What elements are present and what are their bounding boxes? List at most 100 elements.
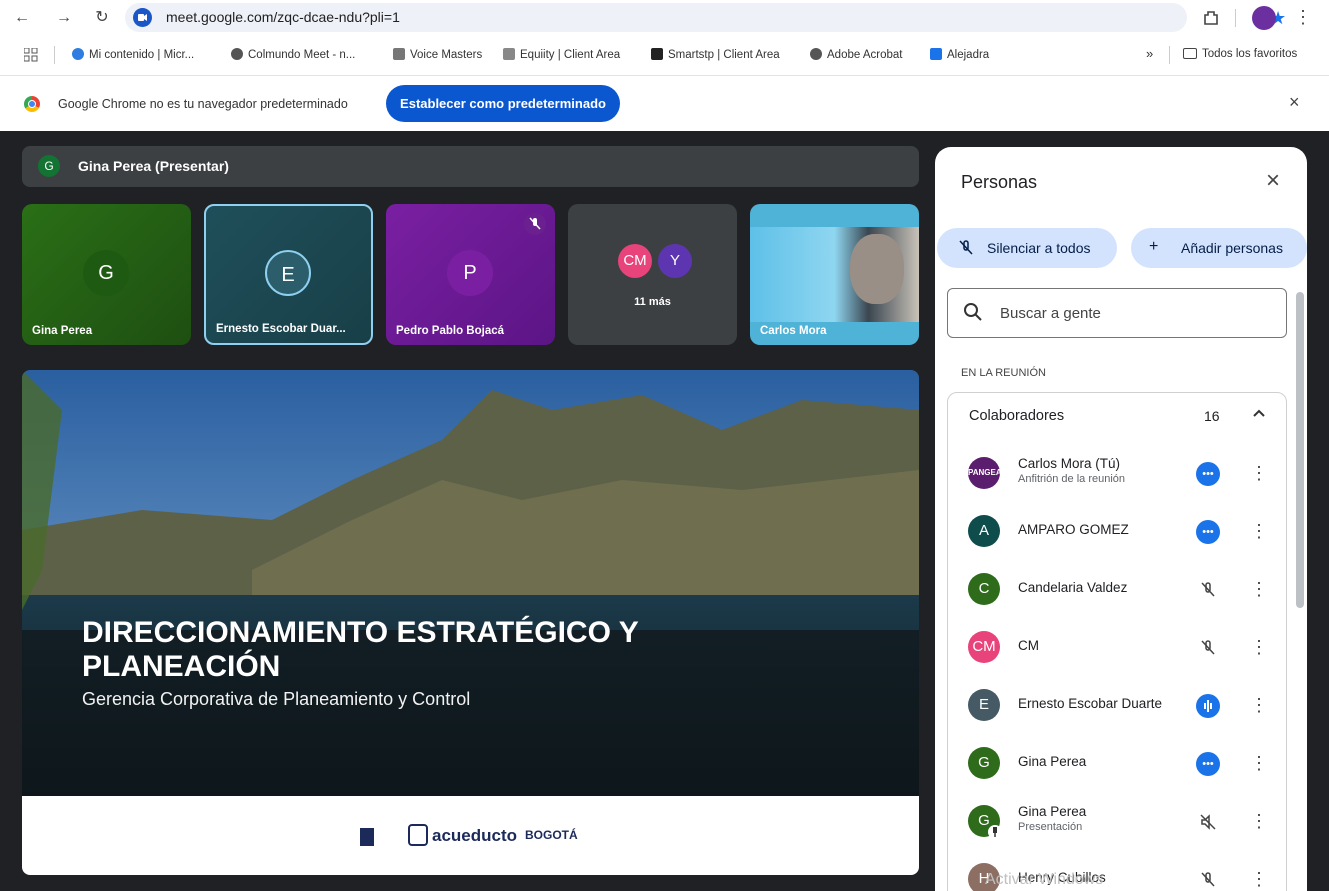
- bookmark-label: Voice Masters: [410, 49, 483, 61]
- more-options-icon[interactable]: ⋮: [1250, 459, 1268, 487]
- participant-row[interactable]: CM CM ⋮: [948, 620, 1288, 678]
- participant-avatar: Y: [658, 244, 692, 278]
- add-people-label: Añadir personas: [1181, 240, 1283, 256]
- participant-name: Carlos Mora (Tú): [1018, 456, 1121, 471]
- slide-title: DIRECCIONAMIENTO ESTRATÉGICO Y PLANEACIÓ…: [82, 616, 639, 683]
- bogota-crest-logo: [360, 828, 374, 846]
- bookmark-label: Alejadra: [947, 49, 990, 61]
- bookmark-voice-masters[interactable]: Voice Masters: [393, 48, 482, 61]
- participant-avatar: CM: [618, 244, 652, 278]
- microsoft-icon: [72, 48, 84, 60]
- default-browser-infobar: Google Chrome no es tu navegador predete…: [0, 75, 1329, 131]
- presenter-avatar: G: [38, 155, 60, 177]
- participant-avatar: G: [968, 747, 1000, 779]
- browser-toolbar: ← → ↻ meet.google.com/zqc-dcae-ndu?pli=1…: [0, 0, 1329, 36]
- bookmark-alejadra[interactable]: Alejadra: [930, 48, 989, 61]
- more-options-icon[interactable]: ⋮: [1250, 633, 1268, 661]
- more-options-icon[interactable]: ⋮: [1250, 691, 1268, 719]
- chrome-menu-icon[interactable]: ⋮: [1294, 7, 1312, 28]
- more-options-icon[interactable]: ⋮: [1250, 865, 1268, 891]
- people-search-input[interactable]: Buscar a gente: [947, 288, 1287, 338]
- panel-title: Personas: [961, 172, 1038, 192]
- bookmark-label: Colmundo Meet - n...: [248, 49, 356, 61]
- bookmarks-divider: [54, 46, 55, 64]
- participant-row[interactable]: A AMPARO GOMEZ ••• ⋮: [948, 504, 1288, 562]
- back-icon[interactable]: ←: [12, 8, 32, 28]
- globe-icon: [231, 48, 243, 60]
- bookmark-equiity[interactable]: Equiity | Client Area: [503, 48, 620, 61]
- bookmark-mi-contenido[interactable]: Mi contenido | Micr...: [72, 48, 194, 61]
- url-text: meet.google.com/zqc-dcae-ndu?pli=1: [166, 9, 400, 25]
- globe-icon: [810, 48, 822, 60]
- participant-tile-speaking[interactable]: E Ernesto Escobar Duar...: [204, 204, 373, 345]
- bookmark-label: Mi contenido | Micr...: [89, 49, 195, 61]
- collaborators-group: Colaboradores 16 PANGEA Carlos Mora (Tú)…: [947, 392, 1287, 891]
- slide-background-image: [22, 370, 919, 796]
- smartstp-icon: [651, 48, 663, 60]
- search-icon: [962, 301, 984, 328]
- people-panel: Personas × Silenciar a todos + Añadir pe…: [935, 147, 1307, 891]
- add-people-button[interactable]: + Añadir personas: [1131, 228, 1307, 268]
- participant-name: Carlos Mora: [760, 325, 827, 337]
- search-placeholder: Buscar a gente: [1000, 305, 1101, 322]
- bookmark-adobe-acrobat[interactable]: Adobe Acrobat: [810, 48, 902, 61]
- participant-tile[interactable]: G Gina Perea: [22, 204, 191, 345]
- participant-name: CM: [1018, 638, 1039, 653]
- participant-row[interactable]: G Gina Perea Presentación ⋮: [948, 794, 1288, 852]
- extensions-icon[interactable]: [1200, 7, 1222, 29]
- apps-grid-icon[interactable]: [23, 47, 38, 62]
- more-actions-badge-icon[interactable]: •••: [1196, 520, 1220, 544]
- address-bar[interactable]: meet.google.com/zqc-dcae-ndu?pli=1 ★: [125, 3, 1286, 32]
- chevron-up-icon[interactable]: [1251, 405, 1267, 426]
- add-person-icon: +: [1149, 238, 1159, 255]
- more-participants-tile[interactable]: CM Y 11 más: [568, 204, 737, 345]
- participant-name: Ernesto Escobar Duarte: [1018, 696, 1163, 711]
- more-actions-badge-icon[interactable]: •••: [1196, 462, 1220, 486]
- mute-all-button[interactable]: Silenciar a todos: [937, 228, 1117, 268]
- mic-off-icon: [1196, 636, 1220, 660]
- group-count: 16: [1204, 408, 1220, 424]
- bookmarks-bar: Mi contenido | Micr... Colmundo Meet - n…: [0, 40, 1329, 72]
- mic-off-icon: [957, 238, 975, 261]
- participant-name: Gina Perea: [1018, 754, 1087, 769]
- more-count: 11 más: [634, 296, 671, 308]
- all-favorites-folder[interactable]: Todos los favoritos: [1183, 48, 1297, 60]
- participant-name: AMPARO GOMEZ: [1018, 522, 1129, 537]
- reload-icon[interactable]: ↻: [92, 8, 112, 28]
- audio-off-icon: [1196, 810, 1220, 834]
- forward-icon[interactable]: →: [54, 8, 74, 28]
- participant-avatar: E: [968, 689, 1000, 721]
- more-options-icon[interactable]: ⋮: [1250, 807, 1268, 835]
- bookmark-colmundo[interactable]: Colmundo Meet - n...: [231, 48, 355, 61]
- mic-off-icon: [1196, 578, 1220, 602]
- participant-tile-video[interactable]: Carlos Mora: [750, 204, 919, 345]
- infobar-message: Google Chrome no es tu navegador predete…: [58, 97, 348, 111]
- participant-name: Gina Perea: [1018, 804, 1087, 819]
- section-heading: EN LA REUNIÓN: [961, 367, 1046, 379]
- more-actions-badge-icon[interactable]: •••: [1196, 752, 1220, 776]
- more-options-icon[interactable]: ⋮: [1250, 575, 1268, 603]
- bookmark-smartstp[interactable]: Smartstp | Client Area: [651, 48, 780, 61]
- participant-row[interactable]: PANGEA Carlos Mora (Tú) Anfitrión de la …: [948, 446, 1288, 504]
- pin-icon: [988, 825, 1002, 839]
- participant-tile[interactable]: P Pedro Pablo Bojacá: [386, 204, 555, 345]
- participant-name: Ernesto Escobar Duar...: [216, 323, 346, 335]
- participant-row[interactable]: C Candelaria Valdez ⋮: [948, 562, 1288, 620]
- more-options-icon[interactable]: ⋮: [1250, 517, 1268, 545]
- panel-scrollbar[interactable]: [1296, 292, 1304, 608]
- participant-row[interactable]: E Ernesto Escobar Duarte ⋮: [948, 678, 1288, 736]
- mute-all-label: Silenciar a todos: [987, 240, 1091, 256]
- close-panel-icon[interactable]: ×: [1261, 167, 1285, 195]
- profile-avatar[interactable]: [1252, 6, 1276, 30]
- set-default-button[interactable]: Establecer como predeterminado: [386, 85, 620, 122]
- folder-icon: [1183, 48, 1197, 59]
- participant-avatar: G: [83, 250, 129, 296]
- bookmark-label: Smartstp | Client Area: [668, 49, 780, 61]
- site-info-icon[interactable]: [133, 8, 152, 27]
- bookmarks-overflow-button[interactable]: »: [1146, 46, 1153, 61]
- bogota-wordmark: BOGOTÁ: [525, 828, 578, 842]
- participant-row[interactable]: G Gina Perea ••• ⋮: [948, 736, 1288, 794]
- participant-name: Pedro Pablo Bojacá: [396, 325, 505, 337]
- infobar-close-icon[interactable]: ×: [1289, 92, 1300, 113]
- more-options-icon[interactable]: ⋮: [1250, 749, 1268, 777]
